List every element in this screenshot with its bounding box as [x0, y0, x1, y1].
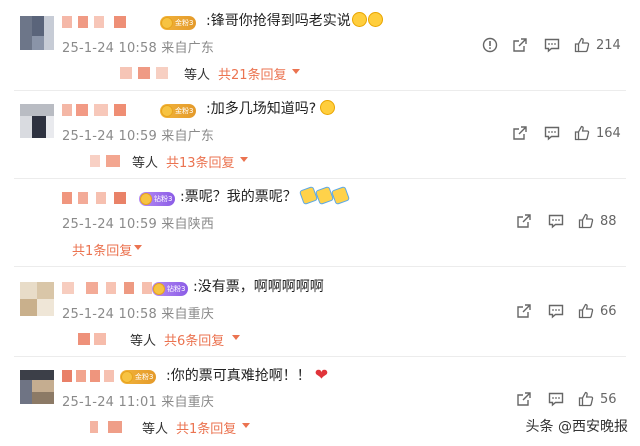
badge-label: 钻粉3	[167, 285, 186, 293]
thumbs-up-icon[interactable]	[578, 213, 594, 231]
fan-badge: 钻粉3	[139, 192, 176, 206]
reply-others-label: 等人	[130, 334, 157, 349]
badge-label: 金粉3	[135, 373, 154, 381]
comment-actions: 214	[482, 37, 622, 55]
username-redacted[interactable]	[62, 16, 152, 28]
comment-item: 钻粉3 :票呢？我的票呢？ 25-1-24 10:59 来自陕西 88 共1条回…	[0, 178, 640, 264]
share-icon[interactable]	[516, 213, 532, 231]
reply-count-link[interactable]: 共13条回复	[166, 152, 235, 171]
badge-label: 钻粉3	[154, 195, 173, 203]
party-emoji-icon	[314, 185, 334, 206]
party-emoji-icon	[330, 185, 350, 206]
reply-count-link[interactable]: 共6条回复	[164, 330, 224, 349]
comment-actions: 164	[482, 125, 622, 143]
comment-body: :加多几场知道吗?	[206, 101, 317, 117]
badge-icon	[121, 371, 133, 383]
report-icon[interactable]	[482, 37, 498, 55]
replier-redacted	[138, 67, 150, 79]
comment-item: 钻粉3 :没有票，啊啊啊啊啊 25-1-24 10:58 来自重庆 66 等人 …	[0, 266, 640, 354]
chevron-down-icon[interactable]	[292, 69, 300, 74]
like-count: 56	[600, 392, 617, 407]
thumbs-up-icon[interactable]	[574, 125, 590, 143]
reply-others-label: 等人	[132, 156, 159, 171]
comment-icon[interactable]	[548, 391, 564, 409]
comment-item: 金粉3 :加多几场知道吗? 25-1-24 10:59 来自广东 164 等人 …	[0, 90, 640, 176]
laugh-cry-emoji-icon	[367, 12, 383, 27]
badge-icon	[161, 105, 173, 117]
comment-actions: 88	[500, 213, 622, 231]
replier-redacted	[106, 155, 120, 167]
comment-meta: 25-1-24 10:58 来自重庆	[62, 307, 215, 322]
replier-redacted	[90, 155, 100, 167]
comment-body: :你的票可真难抢啊！！	[166, 368, 311, 384]
comment-icon[interactable]	[548, 213, 564, 231]
username-redacted[interactable]	[62, 104, 152, 116]
badge-label: 金粉3	[175, 19, 194, 27]
like-count: 214	[596, 38, 621, 53]
share-icon[interactable]	[516, 391, 532, 409]
comment-icon[interactable]	[548, 303, 564, 321]
share-icon[interactable]	[512, 125, 528, 143]
comment-icon[interactable]	[544, 37, 560, 55]
avatar[interactable]	[20, 370, 54, 404]
replier-redacted	[78, 333, 90, 345]
comment-body: :没有票，啊啊啊啊啊	[193, 279, 324, 295]
comment-meta: 25-1-24 10:58 来自广东	[62, 41, 215, 56]
laugh-cry-emoji-icon	[351, 12, 367, 27]
comment-body: :票呢？我的票呢？	[180, 189, 297, 205]
username-redacted[interactable]	[62, 192, 142, 204]
chevron-down-icon[interactable]	[232, 335, 240, 340]
replier-redacted	[120, 67, 132, 79]
like-count: 88	[600, 214, 617, 229]
thumbs-up-icon[interactable]	[578, 303, 594, 321]
replier-redacted	[108, 421, 122, 433]
comment-actions: 66	[500, 303, 622, 321]
avatar[interactable]	[20, 104, 54, 138]
comment-text: :你的票可真难抢啊！！ ❤	[166, 366, 328, 385]
badge-icon	[153, 283, 165, 295]
chevron-down-icon[interactable]	[134, 245, 142, 250]
like-count: 164	[596, 126, 621, 141]
fan-badge: 钻粉3	[152, 282, 189, 296]
badge-icon	[140, 193, 152, 205]
comment-body: :锋哥你抢得到吗老实说	[206, 13, 351, 29]
reply-others-label: 等人	[184, 68, 211, 83]
badge-icon	[161, 17, 173, 29]
replier-redacted	[156, 67, 168, 79]
avatar[interactable]	[20, 16, 54, 50]
comment-meta: 25-1-24 10:59 来自广东	[62, 129, 215, 144]
comment-text: :锋哥你抢得到吗老实说	[206, 12, 383, 30]
chevron-down-icon[interactable]	[240, 157, 248, 162]
smile-emoji-icon	[320, 100, 336, 115]
comment-meta: 25-1-24 10:59 来自陕西	[62, 217, 215, 232]
comment-text: :没有票，啊啊啊啊啊	[193, 278, 324, 296]
thumbs-up-icon[interactable]	[578, 391, 594, 409]
share-icon[interactable]	[512, 37, 528, 55]
reply-count-link[interactable]: 共1条回复	[72, 240, 132, 259]
watermark: 头条 @西安晚报	[525, 419, 628, 435]
replier-redacted	[94, 333, 106, 345]
chevron-down-icon[interactable]	[242, 423, 250, 428]
comment-text: :加多几场知道吗?	[206, 100, 336, 118]
badge-label: 金粉3	[175, 107, 194, 115]
thumbs-up-icon[interactable]	[574, 37, 590, 55]
heart-emoji-icon: ❤	[314, 365, 329, 384]
comment-actions: 56	[500, 391, 622, 409]
comment-icon[interactable]	[544, 125, 560, 143]
party-emoji-icon	[298, 185, 318, 206]
fan-badge: 金粉3	[160, 104, 197, 118]
comment-text: :票呢？我的票呢？	[180, 185, 350, 206]
share-icon[interactable]	[516, 303, 532, 321]
comment-meta: 25-1-24 11:01 来自重庆	[62, 395, 215, 410]
reply-count-link[interactable]: 共1条回复	[176, 418, 236, 437]
fan-badge: 金粉3	[160, 16, 197, 30]
fan-badge: 金粉3	[120, 370, 157, 384]
replier-redacted	[90, 421, 98, 433]
reply-count-link[interactable]: 共21条回复	[218, 64, 287, 83]
like-count: 66	[600, 304, 617, 319]
reply-others-label: 等人	[142, 422, 169, 437]
avatar[interactable]	[20, 282, 54, 316]
comment-item: 金粉3 :锋哥你抢得到吗老实说 25-1-24 10:58 来自广东 214 等…	[0, 0, 640, 88]
